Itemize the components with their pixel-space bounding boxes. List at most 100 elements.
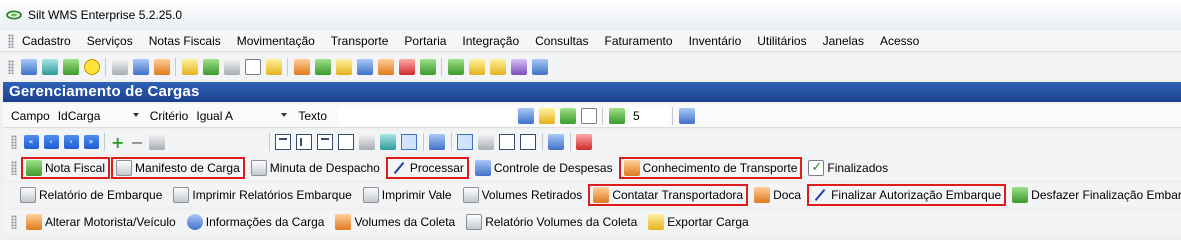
doca-button[interactable]: Doca: [749, 184, 806, 206]
edit-document-icon[interactable]: [293, 59, 310, 75]
toolbar-grip[interactable]: [11, 135, 17, 149]
hand-icon[interactable]: [377, 59, 394, 75]
view-square-icon[interactable]: [499, 134, 516, 150]
copy-icon[interactable]: [429, 134, 446, 150]
next-record-button[interactable]: ›: [63, 135, 79, 149]
folder-search-icon[interactable]: [265, 59, 282, 75]
criterio-select[interactable]: Igual A: [194, 107, 290, 125]
controle-de-despesas-label: Controle de Despesas: [493, 161, 613, 175]
chart-icon[interactable]: [153, 59, 170, 75]
transfer-icon[interactable]: [398, 59, 415, 75]
filter-icon[interactable]: [538, 107, 555, 124]
printer-icon: [20, 187, 36, 203]
view-card-icon[interactable]: [457, 134, 474, 150]
alterar-motorista-veiculo-button[interactable]: Alterar Motorista/Veículo: [21, 211, 181, 233]
refresh-dropdown-icon[interactable]: [559, 107, 576, 124]
menu-faturamento[interactable]: Faturamento: [597, 34, 681, 48]
book-blue-icon[interactable]: [531, 59, 548, 75]
imprimir-relatorios-embarque-button[interactable]: Imprimir Relatórios Embarque: [168, 184, 356, 206]
layout-header-icon[interactable]: [275, 134, 292, 150]
hierarchy-icon[interactable]: [132, 59, 149, 75]
view-blank-icon[interactable]: [520, 134, 537, 150]
refresh-icon[interactable]: [608, 107, 625, 124]
desfazer-finalizacao-embarque-button[interactable]: Desfazer Finalização Embarque: [1007, 184, 1181, 206]
page-icon[interactable]: [244, 59, 261, 75]
menu-inventario[interactable]: Inventário: [681, 34, 750, 48]
last-record-button[interactable]: »: [83, 135, 99, 149]
layout-rows-icon[interactable]: [338, 134, 355, 150]
contatar-transportadora-button[interactable]: Contatar Transportadora: [588, 184, 749, 206]
menu-janelas[interactable]: Janelas: [815, 34, 872, 48]
add-icon[interactable]: +: [111, 133, 124, 152]
book-icon[interactable]: [678, 107, 695, 124]
approve-document-icon[interactable]: [314, 59, 331, 75]
magnifier-icon[interactable]: [223, 59, 240, 75]
informacoes-da-carga-button[interactable]: Informações da Carga: [182, 211, 330, 233]
toolbar-grip[interactable]: [8, 60, 14, 74]
finalizados-button[interactable]: Finalizados: [803, 157, 893, 179]
first-record-button[interactable]: «: [23, 135, 39, 149]
navigation-toolbar: « ‹ › » + −: [3, 130, 1181, 154]
exportar-carga-button[interactable]: Exportar Carga: [643, 211, 753, 233]
previous-record-button[interactable]: ‹: [43, 135, 59, 149]
minuta-de-despacho-button[interactable]: Minuta de Despacho: [246, 157, 385, 179]
volumes-da-coleta-button[interactable]: Volumes da Coleta: [330, 211, 460, 233]
remove-icon[interactable]: −: [130, 133, 143, 152]
list-icon[interactable]: [181, 59, 198, 75]
tree-icon[interactable]: [20, 59, 37, 75]
menu-utilitarios[interactable]: Utilitários: [749, 34, 814, 48]
menu-notas-fiscais[interactable]: Notas Fiscais: [141, 34, 229, 48]
finalizar-autorizacao-embarque-button[interactable]: Finalizar Autorização Embarque: [807, 184, 1007, 206]
texto-input[interactable]: [339, 106, 516, 125]
key-icon[interactable]: [489, 59, 506, 75]
layout-sidebar-icon[interactable]: [296, 134, 313, 150]
image-icon[interactable]: [41, 59, 58, 75]
imprimir-vale-button[interactable]: Imprimir Vale: [358, 184, 457, 206]
grid-lines-icon[interactable]: [401, 134, 418, 150]
add-user-icon[interactable]: [447, 59, 464, 75]
campo-select[interactable]: IdCarga: [56, 107, 142, 125]
relatorio-volumes-da-coleta-button[interactable]: Relatório Volumes da Coleta: [461, 211, 642, 233]
conhecimento-de-transporte-label: Conhecimento de Transporte: [642, 161, 798, 175]
folder-open-icon[interactable]: [335, 59, 352, 75]
stack-icon[interactable]: [419, 59, 436, 75]
book-icon[interactable]: [62, 59, 79, 75]
duplicate-icon[interactable]: [548, 134, 565, 150]
processar-button[interactable]: Processar: [385, 157, 469, 179]
spreadsheet-icon: [474, 160, 491, 176]
document-arrow-icon[interactable]: [356, 59, 373, 75]
controle-de-despesas-button[interactable]: Controle de Despesas: [470, 157, 618, 179]
bookmark-icon[interactable]: [576, 134, 593, 150]
export-icon: [648, 214, 665, 230]
relatorio-de-embarque-button[interactable]: Relatório de Embarque: [15, 184, 167, 206]
menu-acesso[interactable]: Acesso: [872, 34, 927, 48]
toolbar-separator: [541, 133, 543, 151]
volumes-retirados-button[interactable]: Volumes Retirados: [458, 184, 588, 206]
lock-icon[interactable]: [468, 59, 485, 75]
toolbar-grip[interactable]: [11, 215, 17, 229]
menu-portaria[interactable]: Portaria: [396, 34, 454, 48]
menu-movimentacao[interactable]: Movimentação: [229, 34, 323, 48]
nota-fiscal-button[interactable]: Nota Fiscal: [21, 157, 111, 179]
conhecimento-de-transporte-button[interactable]: Conhecimento de Transporte: [618, 157, 803, 179]
grid-options-icon[interactable]: [359, 134, 376, 150]
users-icon[interactable]: [510, 59, 527, 75]
search-icon[interactable]: [580, 107, 597, 124]
toolbar-grip[interactable]: [11, 161, 17, 175]
menu-integracao[interactable]: Integração: [454, 34, 527, 48]
menubar-grip[interactable]: [8, 33, 14, 48]
menu-transporte[interactable]: Transporte: [323, 34, 397, 48]
layout-footer-icon[interactable]: [317, 134, 334, 150]
menu-consultas[interactable]: Consultas: [527, 34, 596, 48]
menu-cadastro[interactable]: Cadastro: [18, 34, 79, 48]
manifesto-de-carga-button[interactable]: Manifesto de Carga: [111, 157, 245, 179]
calendar-icon[interactable]: [517, 107, 534, 124]
tree-view-icon[interactable]: [478, 134, 495, 150]
edit-icon[interactable]: [149, 134, 166, 150]
smiley-icon[interactable]: [83, 59, 100, 75]
menu-servicos[interactable]: Serviços: [79, 34, 141, 48]
truck-icon[interactable]: [202, 59, 219, 75]
tools-icon[interactable]: [111, 59, 128, 75]
record-count-input[interactable]: 5: [631, 106, 670, 125]
grid-refresh-icon[interactable]: [380, 134, 397, 150]
